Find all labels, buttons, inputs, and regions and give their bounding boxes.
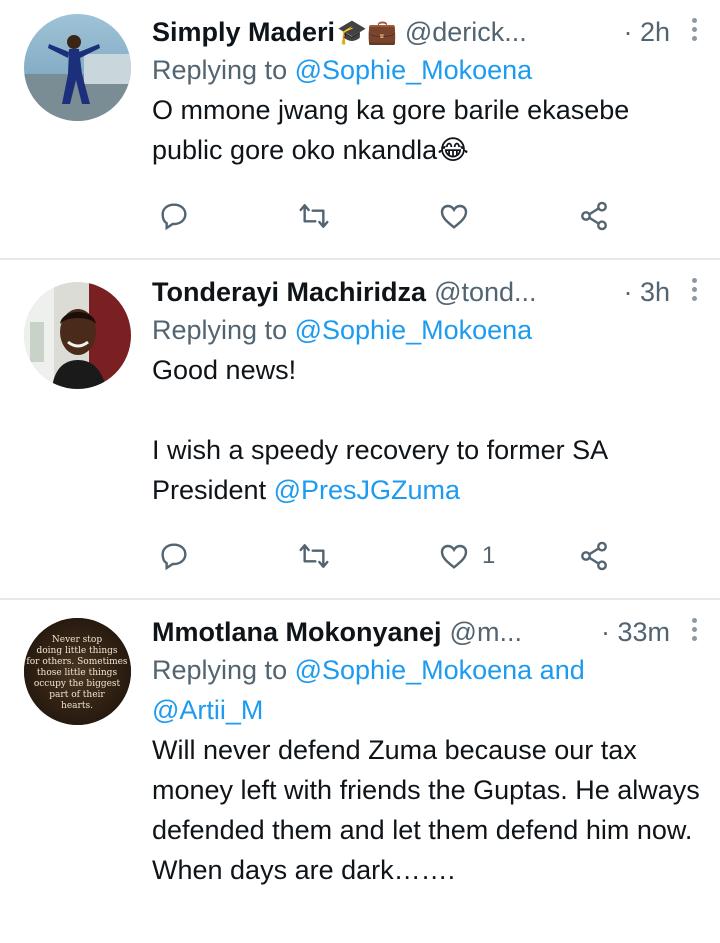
retweet-icon	[299, 204, 329, 228]
tweet-header: Mmotlana Mokonyanej @m... · 33m	[152, 614, 700, 650]
like-button[interactable]	[438, 196, 482, 236]
avatar[interactable]	[24, 14, 131, 121]
more-icon[interactable]	[692, 18, 700, 45]
handle[interactable]: @derick...	[405, 17, 527, 48]
replying-to: Replying to @Sophie_Mokoena	[152, 310, 700, 350]
mention-link[interactable]: @Sophie_Mokoena and	[295, 655, 585, 685]
avatar[interactable]	[24, 282, 131, 389]
retweet-button[interactable]	[298, 196, 330, 236]
svg-text:those little things: those little things	[37, 668, 118, 678]
emoji-badges: 🎓💼	[337, 18, 397, 46]
retweet-button[interactable]	[298, 536, 330, 576]
tweet-header: Tonderayi Machiridza @tond... · 3h	[152, 274, 700, 310]
like-count: 1	[482, 542, 496, 569]
display-name[interactable]: Mmotlana Mokonyanej	[152, 617, 442, 648]
tweet-text: Will never defend Zuma because our tax m…	[152, 730, 700, 890]
tweet-text: O mmone jwang ka gore barile ekasebe pub…	[152, 95, 630, 165]
share-button[interactable]	[578, 536, 610, 576]
replying-to-label: Replying to	[152, 55, 288, 85]
svg-text:part of their: part of their	[49, 690, 105, 700]
action-bar	[152, 196, 632, 236]
avatar-quote: Never stop	[52, 635, 102, 645]
timestamp[interactable]: · 2h	[623, 17, 700, 48]
reply-icon	[161, 203, 187, 231]
reply-button[interactable]	[158, 196, 190, 236]
replying-to: Replying to @Sophie_Mokoena and @Artii_M	[152, 650, 700, 730]
share-icon	[581, 201, 607, 231]
tweet[interactable]: Tonderayi Machiridza @tond... · 3h Reply…	[0, 260, 720, 600]
more-icon[interactable]	[692, 618, 700, 645]
tweet[interactable]: Simply Maderi 🎓💼 @derick... · 2h Replyin…	[0, 0, 720, 260]
reply-icon	[161, 543, 187, 571]
replying-to: Replying to @Sophie_Mokoena	[152, 50, 700, 90]
avatar[interactable]: Never stop doing little things for other…	[24, 618, 131, 725]
reply-button[interactable]	[158, 536, 190, 576]
replying-to-label: Replying to	[152, 315, 288, 345]
mention-link[interactable]: @Artii_M	[152, 695, 263, 725]
tweet-header: Simply Maderi 🎓💼 @derick... · 2h	[152, 14, 700, 50]
like-button[interactable]: 1	[438, 536, 495, 576]
display-name[interactable]: Tonderayi Machiridza	[152, 277, 426, 308]
mention-link[interactable]: @Sophie_Mokoena	[295, 315, 533, 345]
tweet[interactable]: Never stop doing little things for other…	[0, 600, 720, 943]
like-icon	[440, 544, 468, 569]
svg-text:occupy the biggest: occupy the biggest	[34, 679, 121, 689]
mention-link[interactable]: @Sophie_Mokoena	[295, 55, 533, 85]
svg-text:doing little things: doing little things	[37, 646, 118, 656]
replying-to-label: Replying to	[152, 655, 288, 685]
svg-text:hearts.: hearts.	[61, 701, 93, 711]
action-bar: 1	[152, 536, 632, 576]
tweet-text-paragraph: Will never defend Zuma because our tax m…	[152, 735, 700, 845]
handle[interactable]: @m...	[450, 617, 522, 648]
svg-text:for others. Sometimes: for others. Sometimes	[26, 657, 128, 667]
mention-link[interactable]: @PresJGZuma	[274, 475, 460, 505]
more-icon[interactable]	[692, 278, 700, 305]
share-button[interactable]	[578, 196, 610, 236]
tweet-text-line: When days are dark…….	[152, 855, 456, 885]
like-icon	[440, 204, 468, 229]
timestamp[interactable]: · 33m	[601, 617, 700, 648]
tweet-text: Good news! I wish a speedy recovery to f…	[152, 350, 700, 510]
tweet-text-line: I wish a speedy recovery to former SA Pr…	[152, 430, 700, 510]
share-icon	[581, 541, 607, 571]
display-name[interactable]: Simply Maderi	[152, 17, 335, 48]
timestamp[interactable]: · 3h	[623, 277, 700, 308]
handle[interactable]: @tond...	[434, 277, 536, 308]
tweet-text-line: Good news!	[152, 355, 297, 385]
retweet-icon	[299, 544, 329, 568]
